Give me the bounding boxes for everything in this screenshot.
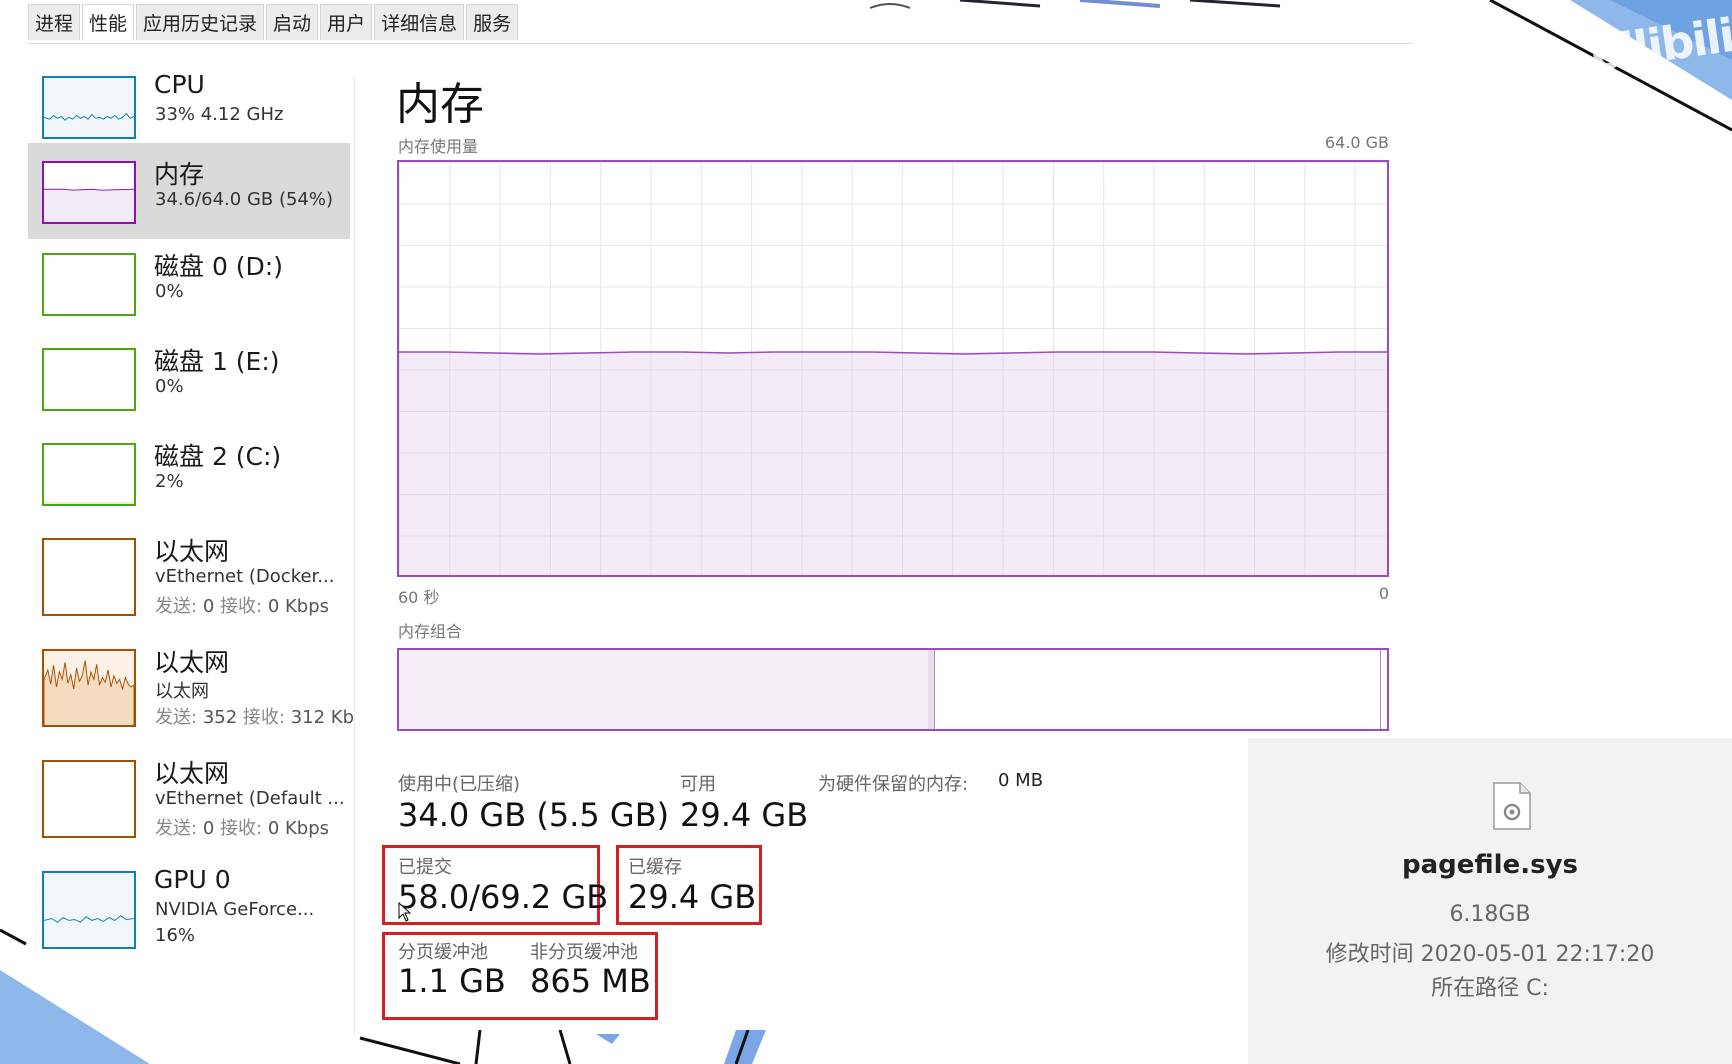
sidebar-item-title: 以太网 <box>154 537 230 566</box>
memory-thumbnail-graph <box>42 161 136 224</box>
sidebar-item-title: CPU <box>154 70 205 99</box>
ethernet-default-thumbnail-graph <box>42 760 136 838</box>
sidebar-item-subtitle: 0% <box>155 281 184 302</box>
hardware-reserved-value: 0 MB <box>998 770 1044 791</box>
sidebar-item-subtitle: 以太网 <box>155 681 209 702</box>
sidebar-item-subtitle: 2% <box>155 471 184 492</box>
composition-in-use <box>399 650 929 729</box>
nonpaged-pool-label: 非分页缓冲池 <box>530 942 638 963</box>
graph-time-left: 60 秒 <box>398 588 440 607</box>
pagefile-modified: 修改时间 2020-05-01 22:17:20 <box>1325 942 1655 967</box>
background-decoration-bottom <box>359 1030 766 1064</box>
memory-composition-bar <box>397 648 1389 731</box>
pagefile-size: 6.18GB <box>1449 902 1531 927</box>
pagefile-path: 所在路径 C: <box>1431 976 1549 1001</box>
paged-pool-value: 1.1 GB <box>398 962 506 1000</box>
cpu-thumbnail-graph <box>42 76 136 139</box>
cached-label: 已缓存 <box>628 857 682 878</box>
sidebar-item-subtitle: 0% <box>155 376 184 397</box>
tab-services[interactable]: 服务 <box>466 4 519 40</box>
receive-value: 312 Kb <box>290 707 355 728</box>
ethernet-thumbnail-graph <box>42 649 136 727</box>
send-label: 发送: <box>155 818 198 839</box>
tab-performance[interactable]: 性能 <box>82 4 135 40</box>
disk0-thumbnail-graph <box>42 253 136 316</box>
in-use-label: 使用中(已压缩) <box>398 774 521 795</box>
send-label: 发送: <box>155 596 198 617</box>
sidebar-item-subtitle: vEthernet (Docker... <box>155 566 335 587</box>
memory-usage-line <box>399 351 1387 355</box>
receive-label: 接收: <box>242 707 285 728</box>
graph-time-right: 0 <box>1378 584 1389 603</box>
sidebar-item-cpu[interactable]: CPU 33% 4.12 GHz <box>28 58 350 153</box>
tab-app-history[interactable]: 应用历史记录 <box>136 4 265 40</box>
tab-details[interactable]: 详细信息 <box>374 4 465 40</box>
tab-bar: 进程 性能 应用历史记录 启动 用户 详细信息 服务 <box>28 4 520 42</box>
file-info-overlay <box>1248 738 1732 1064</box>
sidebar-item-throughput: 发送: 0 接收: 0 Kbps <box>155 592 329 618</box>
sidebar-item-ethernet[interactable]: 以太网 以太网 发送: 352 接收: 312 Kb <box>28 631 354 742</box>
tab-divider <box>28 43 1413 44</box>
nonpaged-pool-value: 865 MB <box>530 962 651 1000</box>
sidebar-item-disk0[interactable]: 磁盘 0 (D:) 0% <box>28 235 350 330</box>
composition-label: 内存组合 <box>398 622 463 641</box>
background-decoration-strokes <box>869 0 1281 9</box>
page-title: 内存 <box>396 79 484 130</box>
disk2-thumbnail-graph <box>42 443 136 506</box>
committed-value: 58.0/69.2 GB <box>398 878 609 916</box>
sidebar-item-title: 以太网 <box>154 759 230 788</box>
usage-graph-max: 64.0 GB <box>1324 133 1389 152</box>
composition-free-end <box>1380 650 1385 729</box>
send-label: 发送: <box>155 707 198 728</box>
sidebar-item-throughput: 发送: 0 接收: 0 Kbps <box>155 814 329 840</box>
send-value: 352 <box>202 707 238 728</box>
sidebar-item-title: 磁盘 1 (E:) <box>154 347 280 376</box>
sidebar-item-ethernet-default[interactable]: 以太网 vEthernet (Default ... 发送: 0 接收: 0 K… <box>28 742 350 853</box>
paged-pool-label: 分页缓冲池 <box>398 942 488 963</box>
sidebar-item-ethernet-docker[interactable]: 以太网 vEthernet (Docker... 发送: 0 接收: 0 Kbp… <box>28 520 350 631</box>
resource-sidebar: CPU 33% 4.12 GHz 内存 34.6/64.0 GB (54%) 磁… <box>28 58 354 964</box>
send-value: 0 <box>202 596 215 617</box>
receive-label: 接收: <box>220 596 263 617</box>
hardware-reserved-label: 为硬件保留的内存: <box>818 774 969 795</box>
sidebar-item-subtitle: 33% 4.12 GHz <box>155 104 284 125</box>
sidebar-item-usage: 16% <box>155 925 196 946</box>
sidebar-item-disk2[interactable]: 磁盘 2 (C:) 2% <box>28 425 350 520</box>
available-label: 可用 <box>680 774 716 795</box>
sidebar-item-title: 磁盘 0 (D:) <box>154 252 283 281</box>
sidebar-item-subtitle: 34.6/64.0 GB (54%) <box>155 189 334 210</box>
sidebar-item-subtitle: NVIDIA GeForce... <box>155 899 315 920</box>
sidebar-item-disk1[interactable]: 磁盘 1 (E:) 0% <box>28 330 350 425</box>
system-file-icon <box>1493 782 1531 830</box>
receive-value: 0 Kbps <box>267 818 330 839</box>
receive-value: 0 Kbps <box>267 596 330 617</box>
sidebar-item-throughput: 发送: 352 接收: 312 Kb <box>155 703 354 729</box>
ethernet-docker-thumbnail-graph <box>42 538 136 616</box>
sidebar-item-title: GPU 0 <box>154 865 231 894</box>
mouse-cursor-icon <box>398 902 412 922</box>
usage-graph-label: 内存使用量 <box>398 137 479 156</box>
sidebar-divider <box>354 76 355 1036</box>
sidebar-item-title: 磁盘 2 (C:) <box>154 442 282 471</box>
memory-usage-graph <box>397 160 1389 577</box>
sidebar-item-title: 内存 <box>154 160 205 189</box>
sidebar-item-title: 以太网 <box>154 648 230 677</box>
send-value: 0 <box>202 818 215 839</box>
available-value: 29.4 GB <box>680 796 809 834</box>
sidebar-item-subtitle: vEthernet (Default ... <box>155 788 345 809</box>
disk1-thumbnail-graph <box>42 348 136 411</box>
committed-label: 已提交 <box>398 857 452 878</box>
memory-usage-series-line <box>399 351 1387 355</box>
receive-label: 接收: <box>220 818 263 839</box>
cached-value: 29.4 GB <box>628 878 757 916</box>
tab-users[interactable]: 用户 <box>320 4 373 40</box>
sidebar-item-memory[interactable]: 内存 34.6/64.0 GB (54%) <box>28 143 350 239</box>
tab-processes[interactable]: 进程 <box>28 4 81 40</box>
pagefile-name: pagefile.sys <box>1402 850 1578 880</box>
in-use-value: 34.0 GB (5.5 GB) <box>398 796 670 834</box>
tab-startup[interactable]: 启动 <box>266 4 319 40</box>
composition-modified <box>927 650 936 729</box>
